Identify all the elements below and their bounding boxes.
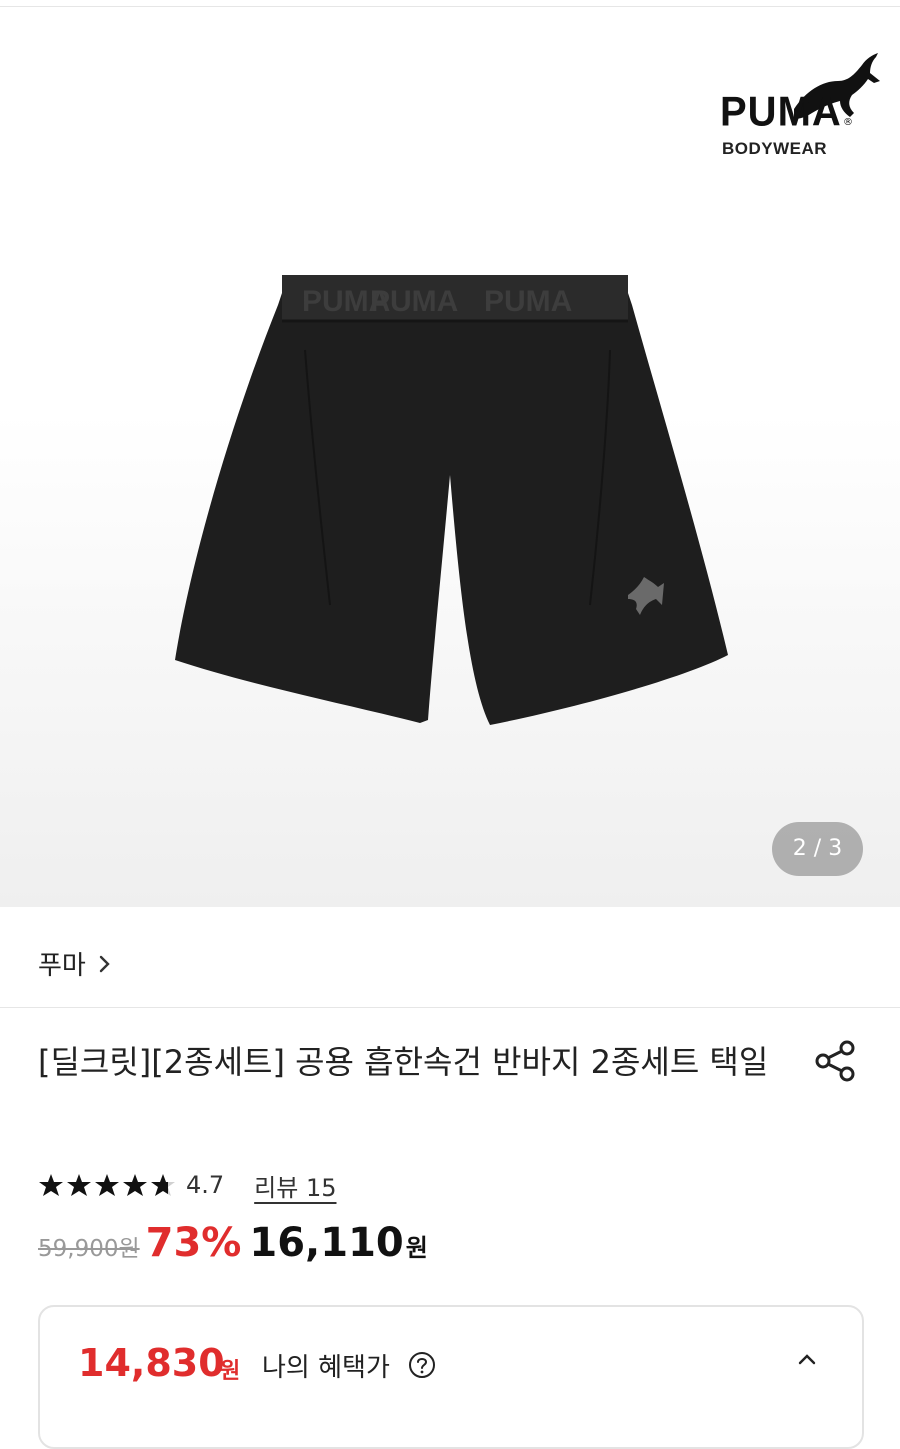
star-icon	[123, 1174, 147, 1196]
image-counter: 2 / 3	[772, 822, 863, 876]
star-icon	[95, 1174, 119, 1196]
final-price-currency: 원	[405, 1234, 428, 1262]
rating-row: 4.7 리뷰 15	[38, 1165, 337, 1205]
product-title: [딜크릿][2종세트] 공용 흡한속건 반바지 2종세트 택일	[38, 1043, 769, 1081]
benefit-price-panel[interactable]: 14,830 원 나의 혜택가	[38, 1305, 864, 1449]
star-icon	[151, 1174, 175, 1196]
waistband-text-3: PUMA	[484, 285, 572, 318]
star-icon	[67, 1174, 91, 1196]
rating-value: 4.7	[186, 1171, 225, 1199]
benefit-price: 14,830	[78, 1341, 225, 1385]
final-price: 16,110	[249, 1220, 404, 1266]
share-icon[interactable]	[812, 1038, 858, 1084]
waistband-text-2: PUMA	[370, 285, 458, 318]
chevron-up-icon[interactable]	[796, 1351, 818, 1367]
logo-registered-mark: ®	[843, 117, 853, 128]
logo-word: PUMA	[720, 88, 842, 136]
review-link[interactable]: 리뷰 15	[254, 1168, 336, 1203]
brand-row[interactable]: 푸마	[0, 907, 900, 1008]
brand-link[interactable]: 푸마	[38, 945, 86, 982]
star-rating	[38, 1172, 176, 1198]
benefit-label: 나의 혜택가	[262, 1353, 390, 1383]
puma-bodywear-logo: PUMA ® BODYWEAR	[720, 47, 880, 167]
product-shorts-image: PUMA PUMA PUMA	[175, 275, 728, 725]
chevron-right-icon	[99, 955, 110, 973]
star-icon	[39, 1174, 63, 1196]
top-divider	[0, 0, 900, 7]
help-icon[interactable]	[408, 1351, 436, 1379]
price-row: 59,900원 73% 16,110 원	[38, 1220, 428, 1280]
discount-rate: 73%	[145, 1220, 242, 1266]
product-image-carousel[interactable]: PUMA ® BODYWEAR PUMA PUMA PUMA 2 / 3	[0, 7, 900, 907]
benefit-currency: 원	[220, 1359, 241, 1384]
logo-subtitle: BODYWEAR	[722, 139, 828, 158]
original-price: 59,900원	[38, 1236, 140, 1262]
